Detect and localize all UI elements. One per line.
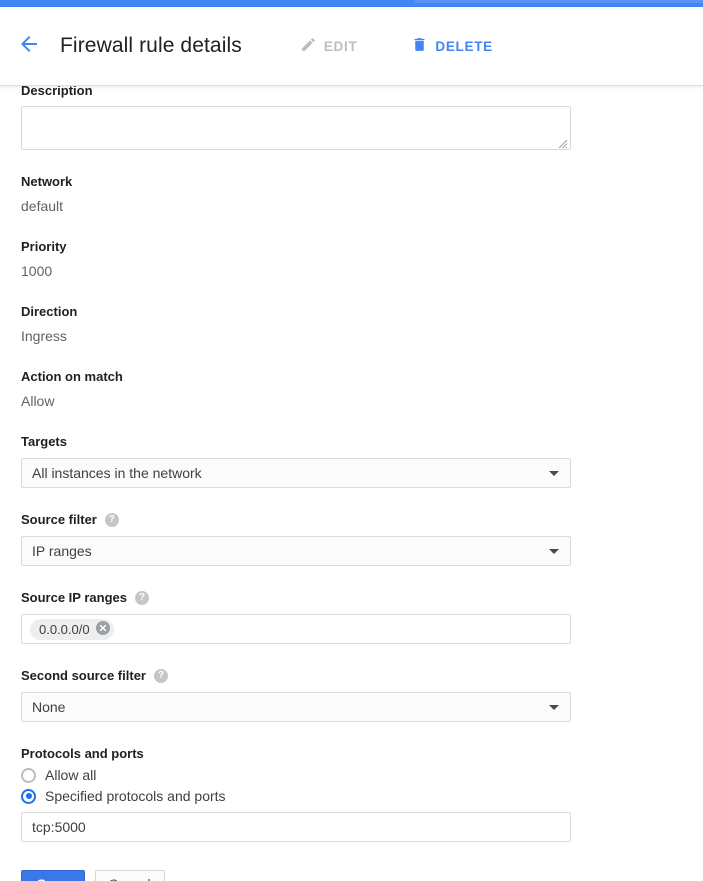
browser-top-bar xyxy=(0,0,703,7)
radio-specified-protocols-label: Specified protocols and ports xyxy=(45,788,226,804)
second-source-filter-field-group: Second source filter ? None xyxy=(21,668,703,722)
firewall-rule-form: Description Network default Priority 100… xyxy=(0,85,703,881)
source-filter-select-value: IP ranges xyxy=(32,543,92,559)
action-on-match-field-group: Action on match Allow xyxy=(21,369,703,410)
second-source-filter-select[interactable]: None xyxy=(21,692,571,722)
network-label: Network xyxy=(21,174,73,189)
network-value: default xyxy=(21,198,64,214)
second-source-filter-label: Second source filter xyxy=(21,668,146,683)
targets-label: Targets xyxy=(21,434,67,449)
radio-allow-all[interactable]: Allow all xyxy=(21,767,703,783)
source-ip-ranges-label-row: Source IP ranges ? xyxy=(21,590,703,606)
radio-allow-all-label: Allow all xyxy=(45,767,97,783)
direction-label: Direction xyxy=(21,304,78,319)
priority-label: Priority xyxy=(21,239,67,254)
protocols-and-ports-field-group: Protocols and ports Allow all Specified … xyxy=(21,746,703,842)
description-input-wrapper xyxy=(21,106,571,150)
protocols-and-ports-input[interactable] xyxy=(21,812,571,842)
help-icon[interactable]: ? xyxy=(153,669,168,683)
delete-button-label: DELETE xyxy=(435,38,493,54)
chip: 0.0.0.0/0 xyxy=(30,618,114,640)
trash-icon xyxy=(411,36,428,56)
edit-button[interactable]: EDIT xyxy=(294,30,364,62)
form-actions: Save Cancel xyxy=(21,870,703,881)
source-filter-label: Source filter xyxy=(21,512,97,527)
targets-field-group: Targets All instances in the network xyxy=(21,434,703,488)
pencil-icon xyxy=(300,36,317,56)
direction-field-group: Direction Ingress xyxy=(21,304,703,345)
radio-allow-all-icon xyxy=(21,767,36,783)
help-icon[interactable]: ? xyxy=(104,513,119,527)
action-on-match-label: Action on match xyxy=(21,369,123,384)
radio-specified-protocols[interactable]: Specified protocols and ports xyxy=(21,788,703,804)
save-button[interactable]: Save xyxy=(21,870,85,881)
priority-value: 1000 xyxy=(21,263,53,279)
network-field-group: Network default xyxy=(21,174,703,215)
targets-select[interactable]: All instances in the network xyxy=(21,458,571,488)
radio-specified-protocols-icon xyxy=(21,788,36,804)
source-filter-label-row: Source filter ? xyxy=(21,512,703,528)
help-icon[interactable]: ? xyxy=(134,591,149,605)
source-filter-select-wrapper: IP ranges xyxy=(21,536,571,566)
action-on-match-value: Allow xyxy=(21,393,55,409)
close-circle-icon[interactable] xyxy=(95,620,110,638)
description-field-group: Description xyxy=(21,85,703,150)
protocols-and-ports-label: Protocols and ports xyxy=(21,746,144,761)
edit-button-label: EDIT xyxy=(323,38,358,54)
second-source-filter-select-value: None xyxy=(32,699,66,715)
source-ip-ranges-label: Source IP ranges xyxy=(21,590,127,605)
second-source-filter-select-wrapper: None xyxy=(21,692,571,722)
source-ip-ranges-input[interactable]: 0.0.0.0/0 xyxy=(21,614,571,644)
description-input[interactable] xyxy=(21,106,571,150)
page-header: Firewall rule details EDIT DELETE xyxy=(0,7,703,86)
chip-label: 0.0.0.0/0 xyxy=(39,621,90,637)
targets-select-value: All instances in the network xyxy=(32,465,202,481)
delete-button[interactable]: DELETE xyxy=(405,30,498,62)
second-source-filter-label-row: Second source filter ? xyxy=(21,668,703,684)
description-label: Description xyxy=(21,85,93,98)
source-filter-select[interactable]: IP ranges xyxy=(21,536,571,566)
source-ip-ranges-field-group: Source IP ranges ? 0.0.0.0/0 xyxy=(21,590,703,644)
browser-tab-strip xyxy=(415,0,703,3)
source-filter-field-group: Source filter ? IP ranges xyxy=(21,512,703,566)
arrow-left-icon xyxy=(17,32,41,61)
page-title: Firewall rule details xyxy=(60,34,242,57)
direction-value: Ingress xyxy=(21,328,67,344)
targets-select-wrapper: All instances in the network xyxy=(21,458,571,488)
back-button[interactable] xyxy=(12,29,46,63)
cancel-button[interactable]: Cancel xyxy=(94,870,165,881)
priority-field-group: Priority 1000 xyxy=(21,239,703,280)
